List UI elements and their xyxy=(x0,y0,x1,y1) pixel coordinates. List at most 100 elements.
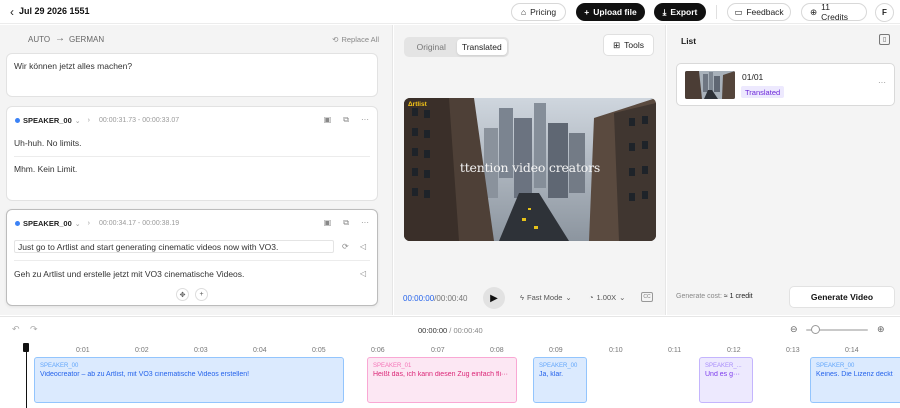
tag-icon: ⌂ xyxy=(520,7,527,17)
chevron-down-icon: ⌄ xyxy=(74,117,81,125)
copy-icon[interactable]: ⧉ xyxy=(343,115,349,125)
chevron-down-icon: ⌄ xyxy=(74,220,81,228)
pricing-button[interactable]: ⌂ Pricing xyxy=(511,3,566,21)
segment-card-active[interactable]: SPEAKER_00 ⌄ › 00:00:34.17 - 00:00:38.19… xyxy=(6,209,378,306)
timeline-segment[interactable]: SPEAKER_00 Ja, klar. xyxy=(533,357,587,403)
timeline-ruler[interactable]: 0:01 0:02 0:03 0:04 0:05 0:06 0:07 0:08 … xyxy=(0,343,900,357)
move-icon[interactable]: ✥ xyxy=(176,288,189,301)
message-icon: ▭ xyxy=(734,6,743,17)
undo-icon[interactable]: ↶ xyxy=(12,324,20,335)
tick-label: 0:13 xyxy=(786,347,800,354)
speaker-selector[interactable]: SPEAKER_00 ⌄ › 00:00:31.73 - 00:00:33.07 xyxy=(15,116,179,125)
tick-label: 0:05 xyxy=(312,347,326,354)
tick-label: 0:02 xyxy=(135,347,149,354)
video-preview-panel: Original Translated ⊞ Tools Δrtlist tten… xyxy=(394,25,666,315)
transcript-editor: AUTO → GERMAN ⟲ Replace All Wir können j… xyxy=(0,25,393,315)
video-subtitle: ttention video creators xyxy=(459,160,601,175)
tick-label: 0:09 xyxy=(549,347,563,354)
more-icon[interactable]: ··· xyxy=(878,78,886,87)
more-icon[interactable]: ··· xyxy=(361,115,369,125)
merge-icon[interactable]: ▣ xyxy=(324,218,332,228)
replace-icon: ⟲ xyxy=(332,35,339,44)
merge-icon[interactable]: ▣ xyxy=(324,115,332,125)
add-segment-icon[interactable]: + xyxy=(195,288,208,301)
list-item[interactable]: 01/01 Translated ··· xyxy=(676,63,895,106)
chevron-down-icon: ⌄ xyxy=(619,293,626,302)
captions-toggle-icon[interactable]: CC xyxy=(641,292,653,302)
segment-translated-text[interactable]: Geh zu Artlist und erstelle jetzt mit VO… xyxy=(14,269,244,279)
segment-translated-text[interactable]: Wir können jetzt alles machen? xyxy=(14,61,132,71)
speed-icon: ◔ xyxy=(589,293,594,302)
list-title: List xyxy=(681,36,697,46)
chevron-right-icon: › xyxy=(87,117,90,124)
list-panel: List ▯ 01/01 Translated ··· Generate cos… xyxy=(667,25,900,315)
timeline-segment[interactable]: SPEAKER_00 Videocreator – ab zu Artlist,… xyxy=(34,357,344,403)
play-icon: ▶ xyxy=(490,292,498,304)
speaker-color-dot xyxy=(15,221,20,226)
tick-label: 0:14 xyxy=(845,347,859,354)
export-button[interactable]: ⤓ Export xyxy=(654,3,706,21)
zoom-slider-thumb[interactable] xyxy=(810,325,820,334)
tab-original[interactable]: Original xyxy=(406,39,457,55)
watermark-logo: Δrtlist xyxy=(408,101,427,108)
segment-time: 00:00:31.73 - 00:00:33.07 xyxy=(99,117,180,124)
segment-card[interactable]: Wir können jetzt alles machen? xyxy=(6,53,378,97)
video-player[interactable]: Δrtlist ttention video creators xyxy=(404,98,656,241)
copy-icon[interactable]: ⧉ xyxy=(343,218,349,228)
grid-icon: ⊞ xyxy=(613,39,621,50)
zoom-out-icon[interactable]: ⊖ xyxy=(790,324,798,335)
timeline-segment[interactable]: SPEAKER_01 Heißt das, ich kann diesen Zu… xyxy=(367,357,517,403)
credits-button[interactable]: ⊕ 11 Credits xyxy=(801,2,867,22)
tick-label: 0:01 xyxy=(76,347,90,354)
view-toggle: Original Translated xyxy=(404,37,509,57)
playhead-handle[interactable] xyxy=(23,343,29,408)
collapse-panel-icon[interactable]: ▯ xyxy=(879,34,890,45)
item-name: 01/01 xyxy=(742,72,764,82)
timeline: ↶ ↷ 00:00:00 / 00:00:40 ⊖ ⊕ 0:01 0:02 0:… xyxy=(0,316,900,408)
card-actions: ▣ ⧉ ··· xyxy=(324,218,369,228)
segment-time: 00:00:34.17 - 00:00:38.19 xyxy=(99,220,180,227)
divider xyxy=(14,156,370,157)
redo-icon[interactable]: ↷ xyxy=(30,324,38,335)
tick-label: 0:08 xyxy=(490,347,504,354)
segment-translated-text[interactable]: Mhm. Kein Limit. xyxy=(14,164,77,174)
timeline-segment[interactable]: SPEAKER_... Und es g··· xyxy=(699,357,753,403)
upload-file-button[interactable]: + Upload file xyxy=(576,3,645,21)
divider xyxy=(716,5,717,19)
speaker-icon[interactable]: ◁ xyxy=(360,242,366,251)
tools-button[interactable]: ⊞ Tools xyxy=(603,34,654,56)
source-language[interactable]: AUTO xyxy=(28,35,50,44)
segment-card[interactable]: SPEAKER_00 ⌄ › 00:00:31.73 - 00:00:33.07… xyxy=(6,106,378,201)
feedback-button[interactable]: ▭ Feedback xyxy=(727,3,791,21)
avatar[interactable]: F xyxy=(875,3,894,22)
more-icon[interactable]: ··· xyxy=(361,218,369,228)
zoom-in-icon[interactable]: ⊕ xyxy=(877,324,885,335)
status-badge: Translated xyxy=(741,86,785,98)
segment-original-text[interactable]: Uh-huh. No limits. xyxy=(14,138,82,148)
speaker-icon[interactable]: ◁ xyxy=(360,269,366,278)
replace-all-button[interactable]: ⟲ Replace All xyxy=(332,35,379,44)
generate-cost: Generate cost: ≈ 1 credit xyxy=(676,293,753,300)
credits-icon: ⊕ xyxy=(810,6,818,17)
timeline-time: 00:00:00 / 00:00:40 xyxy=(418,326,483,335)
play-button[interactable]: ▶ xyxy=(483,287,505,309)
generate-video-button[interactable]: Generate Video xyxy=(789,286,895,308)
chevron-down-icon: ⌄ xyxy=(565,293,572,302)
tick-label: 0:12 xyxy=(727,347,741,354)
tick-label: 0:10 xyxy=(609,347,623,354)
speed-dropdown[interactable]: ◔ 1.00X ⌄ xyxy=(589,293,625,302)
target-language[interactable]: GERMAN xyxy=(69,35,104,44)
tick-label: 0:07 xyxy=(431,347,445,354)
refresh-icon[interactable]: ⟳ xyxy=(342,242,349,251)
tick-label: 0:06 xyxy=(371,347,385,354)
tab-translated[interactable]: Translated xyxy=(456,39,507,55)
back-arrow-icon[interactable]: ‹ xyxy=(7,5,17,19)
download-icon: ⤓ xyxy=(662,6,667,17)
speaker-selector[interactable]: SPEAKER_00 ⌄ › 00:00:34.17 - 00:00:38.19 xyxy=(15,219,179,228)
timeline-segment[interactable]: SPEAKER_00 Keines. Die Lizenz deckt all·… xyxy=(810,357,900,403)
segment-original-input[interactable]: Just go to Artlist and start generating … xyxy=(14,240,334,253)
plus-icon: + xyxy=(584,7,590,17)
mode-dropdown[interactable]: ϟ Fast Mode ⌄ xyxy=(520,293,572,302)
tick-label: 0:04 xyxy=(253,347,267,354)
tick-label: 0:11 xyxy=(668,347,682,354)
